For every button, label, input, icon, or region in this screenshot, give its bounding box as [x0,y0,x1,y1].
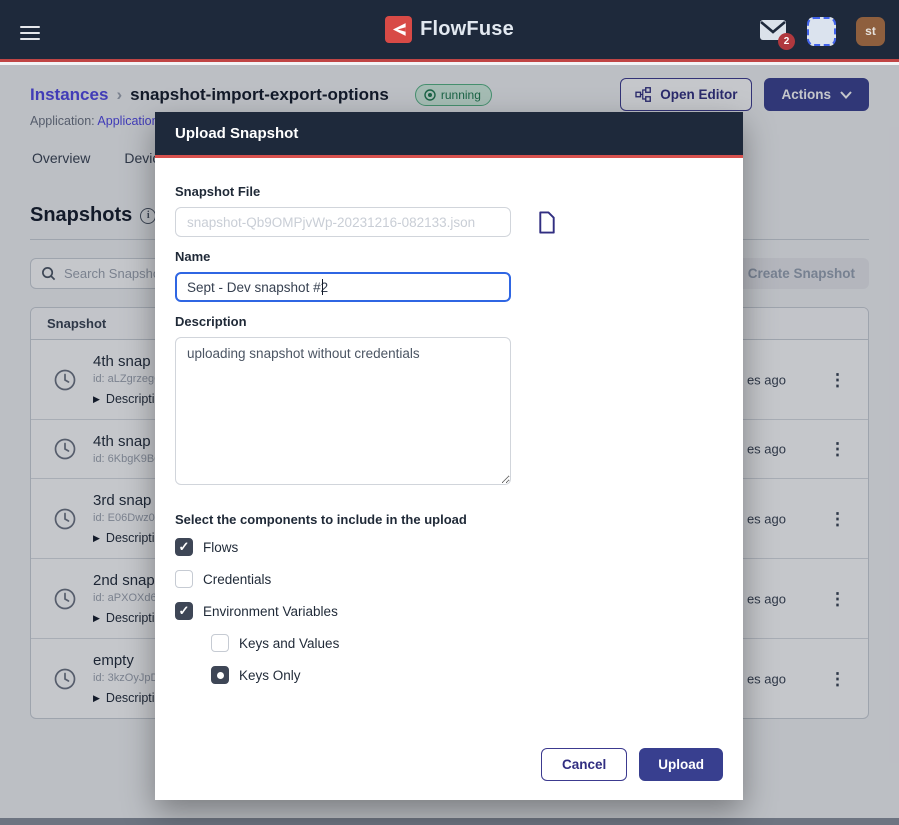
option-checkbox[interactable]: ✓ [175,602,193,620]
upload-button[interactable]: Upload [639,748,723,781]
team-avatar-icon[interactable] [807,17,836,46]
hamburger-menu-icon[interactable] [20,22,40,44]
description-textarea[interactable] [175,337,511,485]
modal-header: Upload Snapshot [155,112,743,158]
modal-title: Upload Snapshot [175,125,298,142]
user-avatar[interactable]: st [856,17,885,46]
flowfuse-logo: FlowFuse [385,16,514,43]
snapshot-file-row [175,207,723,237]
components-options: ✓ Flows Credentials ✓ Environment Variab… [175,531,723,691]
option-checkbox[interactable] [211,666,229,684]
flowfuse-logo-icon [385,16,412,43]
option-label: Keys Only [239,668,301,683]
modal-footer: Cancel Upload [155,748,743,800]
component-option: Keys Only [211,659,723,691]
name-field-wrap [175,272,511,302]
option-label: Flows [203,540,238,555]
component-option: Credentials [175,563,723,595]
navbar-right-group: 2 st [759,0,885,62]
app-window: FlowFuse 2 st Instances › snapshot-impor… [0,0,899,825]
notifications-mail-icon[interactable]: 2 [759,19,787,43]
option-label: Keys and Values [239,636,339,651]
flowfuse-logo-text: FlowFuse [420,18,514,41]
snapshot-file-label: Snapshot File [175,184,723,199]
option-checkbox[interactable]: ✓ [175,538,193,556]
component-option: Keys and Values [211,627,723,659]
upload-snapshot-modal: Upload Snapshot Snapshot File Name Descr… [155,112,743,800]
top-navbar: FlowFuse 2 st [0,0,899,62]
option-checkbox[interactable] [175,570,193,588]
text-cursor [322,279,323,295]
option-label: Environment Variables [203,604,338,619]
cancel-button[interactable]: Cancel [541,748,627,781]
name-input[interactable] [175,272,511,302]
modal-body: Snapshot File Name Description Select th… [155,158,743,748]
component-option: ✓ Environment Variables [175,595,723,627]
component-option: ✓ Flows [175,531,723,563]
notifications-badge: 2 [778,33,795,50]
option-checkbox[interactable] [211,634,229,652]
snapshot-file-input[interactable] [175,207,511,237]
option-label: Credentials [203,572,271,587]
description-label: Description [175,314,723,329]
name-label: Name [175,249,723,264]
components-label: Select the components to include in the … [175,512,723,527]
file-picker-icon[interactable] [537,211,557,234]
